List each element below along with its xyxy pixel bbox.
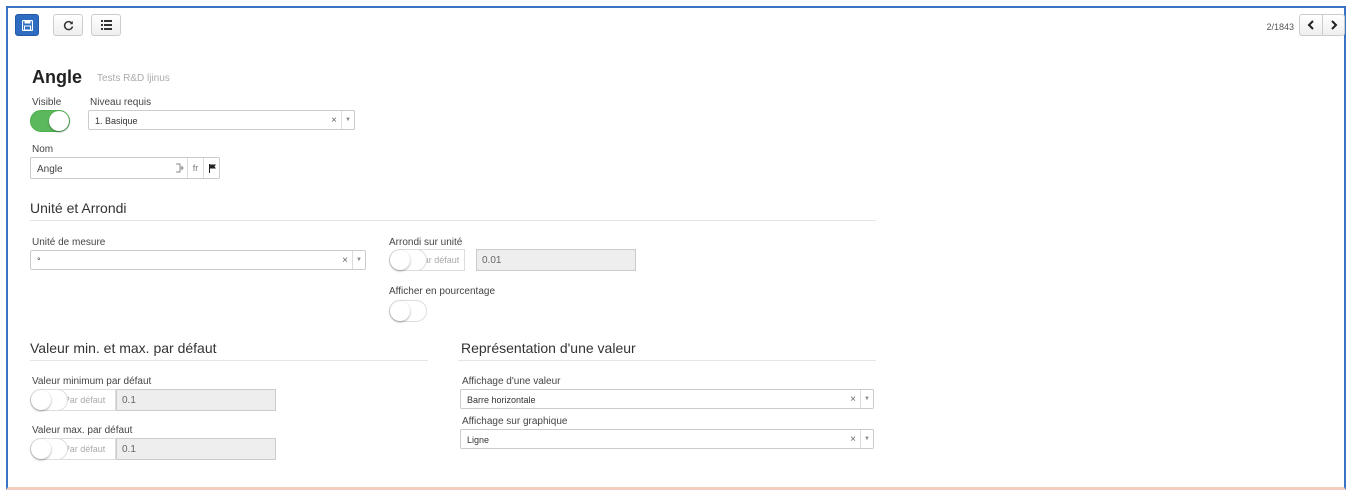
toggle-knob — [31, 439, 51, 459]
affichage-graph-dropdown-icon[interactable]: ▼ — [860, 430, 873, 448]
nom-translate-button[interactable] — [171, 158, 187, 178]
divider — [30, 360, 428, 361]
next-record-button[interactable] — [1322, 14, 1345, 36]
max-default-toggle[interactable] — [30, 438, 68, 460]
save-icon — [21, 19, 33, 31]
list-icon — [100, 20, 112, 30]
niveau-select[interactable]: 1. Basique × ▼ — [88, 110, 355, 130]
unite-clear-icon[interactable]: × — [342, 255, 348, 266]
unite-select[interactable]: ° × ▼ — [30, 250, 366, 270]
arrondi-group: Par défaut 0.01 — [389, 249, 636, 271]
visible-label: Visible — [32, 97, 62, 108]
min-default-label: Valeur minimum par défaut — [32, 376, 152, 387]
min-default-toggle[interactable] — [30, 389, 68, 411]
section-minmax-title: Valeur min. et max. par défaut — [30, 340, 217, 356]
divider — [30, 220, 876, 221]
affichage-graph-value: Ligne — [467, 435, 490, 445]
nom-input[interactable]: Angle fr — [30, 157, 220, 179]
chevron-right-icon — [1330, 20, 1337, 30]
max-default-value-input[interactable]: 0.1 — [116, 438, 276, 460]
toggle-knob — [390, 301, 410, 321]
affichage-graph-select[interactable]: Ligne × ▼ — [460, 429, 874, 449]
pager-nav — [1299, 14, 1345, 36]
niveau-label: Niveau requis — [90, 97, 152, 108]
affichage-valeur-label: Affichage d'une valeur — [462, 376, 561, 387]
section-unite-title: Unité et Arrondi — [30, 200, 127, 216]
max-default-label: Valeur max. par défaut — [32, 425, 133, 436]
max-default-group: Par défaut 0.1 — [30, 438, 276, 460]
arrondi-value-input[interactable]: 0.01 — [476, 249, 636, 271]
affichage-valeur-dropdown-icon[interactable]: ▼ — [860, 390, 873, 408]
niveau-clear-icon[interactable]: × — [331, 115, 337, 126]
affichage-valeur-value: Barre horizontale — [467, 395, 536, 405]
toggle-knob — [31, 390, 51, 410]
save-button[interactable] — [15, 14, 39, 36]
pager-position: 2/1843 — [1266, 22, 1294, 32]
page-title: Angle — [32, 67, 83, 87]
niveau-value: 1. Basique — [95, 116, 138, 126]
prev-record-button[interactable] — [1299, 14, 1322, 36]
arrondi-default-toggle[interactable] — [389, 249, 427, 271]
refresh-button[interactable] — [53, 14, 83, 36]
pourcentage-label: Afficher en pourcentage — [389, 286, 496, 297]
pourcentage-toggle[interactable] — [389, 300, 427, 322]
unite-value: ° — [37, 256, 41, 266]
affichage-valeur-select[interactable]: Barre horizontale × ▼ — [460, 389, 874, 409]
section-repr-title: Représentation d'une valeur — [461, 340, 636, 356]
chevron-left-icon — [1307, 20, 1314, 30]
min-default-value-input[interactable]: 0.1 — [116, 389, 276, 411]
nom-lang-button[interactable]: fr — [187, 158, 203, 178]
nom-label: Nom — [32, 144, 54, 155]
divider — [458, 360, 876, 361]
page-subtitle: Tests R&D ljinus — [97, 73, 170, 84]
toggle-knob — [49, 111, 69, 131]
nom-flag-button[interactable] — [203, 158, 220, 178]
visible-toggle[interactable] — [30, 110, 70, 132]
flag-icon — [208, 163, 216, 173]
niveau-dropdown-icon[interactable]: ▼ — [341, 111, 354, 129]
toggle-knob — [390, 250, 410, 270]
affichage-valeur-clear-icon[interactable]: × — [850, 394, 856, 405]
min-default-group: Par défaut 0.1 — [30, 389, 276, 411]
unite-label: Unité de mesure — [32, 237, 106, 248]
app-frame — [6, 6, 1346, 490]
affichage-graph-label: Affichage sur graphique — [462, 416, 568, 427]
unite-dropdown-icon[interactable]: ▼ — [352, 251, 365, 269]
affichage-graph-clear-icon[interactable]: × — [850, 434, 856, 445]
translate-icon — [175, 163, 184, 173]
arrondi-label: Arrondi sur unité — [389, 237, 463, 248]
refresh-icon — [63, 20, 73, 30]
nom-value: Angle — [37, 164, 63, 175]
list-view-button[interactable] — [91, 14, 121, 36]
